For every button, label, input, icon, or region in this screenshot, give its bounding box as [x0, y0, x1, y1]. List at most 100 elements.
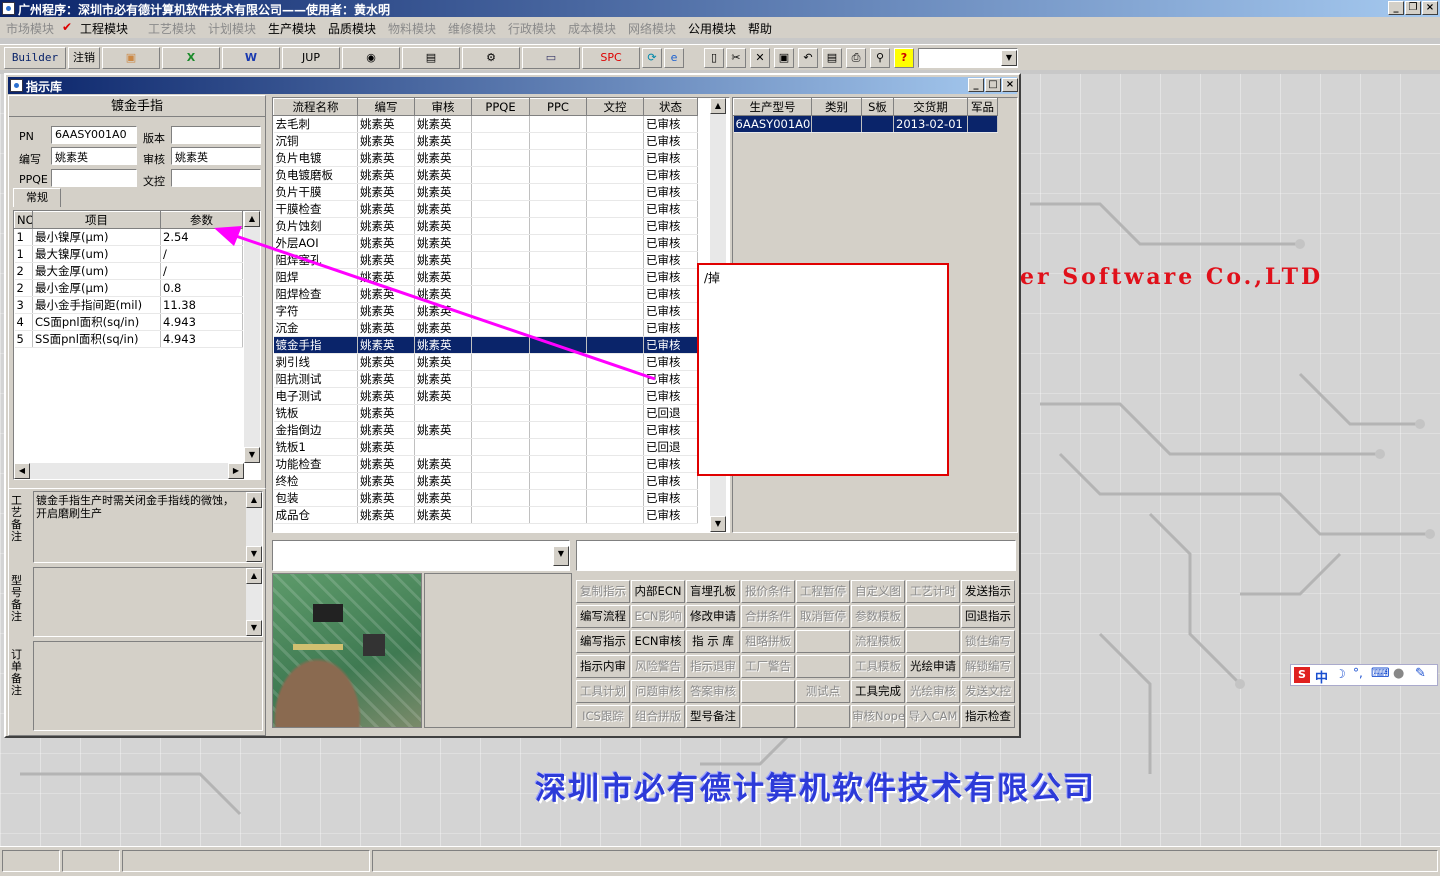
action-button[interactable]: ICS跟踪 — [576, 705, 630, 728]
close-icon[interactable]: × — [1422, 1, 1438, 15]
action-button[interactable]: 报价条件 — [741, 580, 795, 603]
process-row[interactable]: 终检 姚素英 姚素英 已审核 — [273, 472, 698, 490]
action-button[interactable]: 光绘申请 — [906, 655, 960, 678]
action-button[interactable]: 发送文控 — [961, 680, 1015, 703]
keyboard-icon[interactable]: ⌨ — [1371, 666, 1390, 681]
menu-craft[interactable]: 工艺模块 — [148, 20, 196, 37]
computer-icon[interactable]: ▭ — [522, 47, 580, 69]
menu-network[interactable]: 网络模块 — [628, 20, 676, 37]
menu-engineering[interactable]: 工程模块 — [80, 20, 128, 37]
jup-button[interactable]: JUP — [282, 47, 340, 69]
scroll-down-icon[interactable]: ▼ — [244, 447, 260, 463]
word-icon[interactable]: W — [222, 47, 280, 69]
doc-control-field[interactable] — [171, 169, 261, 187]
process-row[interactable]: 负电镀磨板 姚素英 姚素英 已审核 — [273, 166, 698, 184]
process-header-author[interactable]: 编写 — [357, 98, 415, 116]
process-row[interactable]: 沉铜 姚素英 姚素英 已审核 — [273, 132, 698, 150]
menu-common[interactable]: 公用模块 — [688, 20, 736, 37]
child-maximize-icon[interactable]: □ — [985, 78, 1001, 92]
order-row[interactable]: 6AASY001A0 2013-02-01 — [733, 115, 998, 133]
remark-input[interactable] — [576, 540, 1016, 571]
ppqe-field[interactable] — [51, 169, 137, 187]
scroll-up-icon[interactable]: ▲ — [710, 98, 726, 114]
menu-market[interactable]: 市场模块 — [6, 20, 54, 37]
process-header-doc[interactable]: 文控 — [586, 98, 644, 116]
model-note-scroll[interactable]: ▲ ▼ — [246, 568, 262, 636]
process-header-ppc[interactable]: PPC — [529, 98, 587, 116]
action-button[interactable]: 参数模板 — [851, 605, 905, 628]
action-button[interactable]: 流程模板 — [851, 630, 905, 653]
process-row[interactable]: 干膜检查 姚素英 姚素英 已审核 — [273, 200, 698, 218]
menu-repair[interactable]: 维修模块 — [448, 20, 496, 37]
refresh-icon[interactable]: ⟳ — [642, 48, 662, 68]
orders-header-type[interactable]: 类别 — [811, 98, 862, 116]
menu-production[interactable]: 生产模块 — [268, 20, 316, 37]
craft-note-scroll[interactable]: ▲ ▼ — [246, 492, 262, 562]
action-button[interactable]: 解锁编写 — [961, 655, 1015, 678]
action-button[interactable]: 编写流程 — [576, 605, 630, 628]
process-row[interactable]: 负片干膜 姚素英 姚素英 已审核 — [273, 183, 698, 201]
menu-admin[interactable]: 行政模块 — [508, 20, 556, 37]
gears-icon[interactable]: ⚙ — [462, 47, 520, 69]
param-header-no[interactable]: NO — [14, 211, 33, 229]
process-row[interactable]: 去毛刺 姚素英 姚素英 已审核 — [273, 115, 698, 133]
minimize-icon[interactable]: _ — [1388, 1, 1404, 15]
action-button[interactable]: 工具计划 — [576, 680, 630, 703]
scroll-right-icon[interactable]: ▶ — [228, 463, 244, 479]
action-button[interactable]: 合拼条件 — [741, 605, 795, 628]
process-row[interactable]: 铣板1 姚素英 已回退 — [273, 438, 698, 456]
action-button[interactable]: 取消暂停 — [796, 605, 850, 628]
action-button[interactable]: 粗略拼板 — [741, 630, 795, 653]
process-row[interactable]: 金指倒边 姚素英 姚素英 已审核 — [273, 421, 698, 439]
action-button[interactable]: 工艺计时 — [906, 580, 960, 603]
scroll-down-icon[interactable]: ▼ — [710, 516, 726, 532]
toolbar-combo[interactable]: ▼ — [918, 48, 1018, 68]
note-popup[interactable]: /掉 — [697, 263, 949, 476]
ime-chinese-label[interactable]: 中 — [1315, 667, 1328, 686]
menu-help[interactable]: 帮助 — [748, 20, 772, 37]
action-button[interactable]: 风险警告 — [631, 655, 685, 678]
menu-cost[interactable]: 成本模块 — [568, 20, 616, 37]
logout-button[interactable]: 注销 — [68, 47, 100, 69]
chevron-down-icon[interactable]: ▼ — [553, 546, 569, 566]
action-button[interactable]: 审核Nope — [851, 705, 905, 728]
review-field[interactable]: 姚素英 — [171, 147, 261, 165]
delete-icon[interactable]: ✕ — [750, 48, 770, 68]
menu-plan[interactable]: 计划模块 — [208, 20, 256, 37]
action-button[interactable]: 工具模板 — [851, 655, 905, 678]
builder-button[interactable]: Builder — [4, 47, 66, 69]
ie-icon[interactable]: e — [664, 48, 684, 68]
process-row[interactable]: 电子测试 姚素英 姚素英 已审核 — [273, 387, 698, 405]
user-icon[interactable]: ● — [1393, 666, 1404, 681]
action-button[interactable]: 工厂警告 — [741, 655, 795, 678]
action-button[interactable]: 型号备注 — [686, 705, 740, 728]
model-note-text[interactable] — [33, 567, 263, 637]
cut-icon[interactable]: ✂ — [726, 48, 746, 68]
new-file-icon[interactable]: ▯ — [704, 48, 724, 68]
version-field[interactable] — [171, 126, 261, 144]
orders-header-model[interactable]: 生产型号 — [733, 98, 812, 116]
process-header-status[interactable]: 状态 — [643, 98, 698, 116]
action-button[interactable]: 工程暂停 — [796, 580, 850, 603]
help-icon[interactable]: ? — [894, 48, 914, 68]
process-row[interactable]: 铣板 姚素英 已回退 — [273, 404, 698, 422]
action-button[interactable]: 光绘审核 — [906, 680, 960, 703]
action-button[interactable]: 答案审核 — [686, 680, 740, 703]
process-header-review[interactable]: 审核 — [414, 98, 472, 116]
child-title-bar[interactable]: 指示库 _ □ × — [8, 77, 1018, 94]
eye-icon[interactable]: ◉ — [342, 47, 400, 69]
action-button[interactable]: 测试点 — [796, 680, 850, 703]
chevron-down-icon[interactable]: ▼ — [1001, 50, 1017, 66]
process-row[interactable]: 成品仓 姚素英 姚素英 已审核 — [273, 506, 698, 524]
action-button[interactable]: 工具完成 — [851, 680, 905, 703]
moon-icon[interactable]: ☽ — [1335, 667, 1346, 681]
action-button[interactable]: 内部ECN — [631, 580, 685, 603]
menu-quality[interactable]: 品质模块 — [328, 20, 376, 37]
action-button[interactable]: 发送指示 — [961, 580, 1015, 603]
punct-icon[interactable]: °, — [1353, 666, 1363, 680]
orders-header-date[interactable]: 交货期 — [893, 98, 968, 116]
scroll-down-icon[interactable]: ▼ — [246, 620, 262, 636]
action-button[interactable]: 自定义图 — [851, 580, 905, 603]
action-button[interactable]: 问题审核 — [631, 680, 685, 703]
param-hscroll[interactable]: ◀ ▶ — [14, 463, 244, 479]
